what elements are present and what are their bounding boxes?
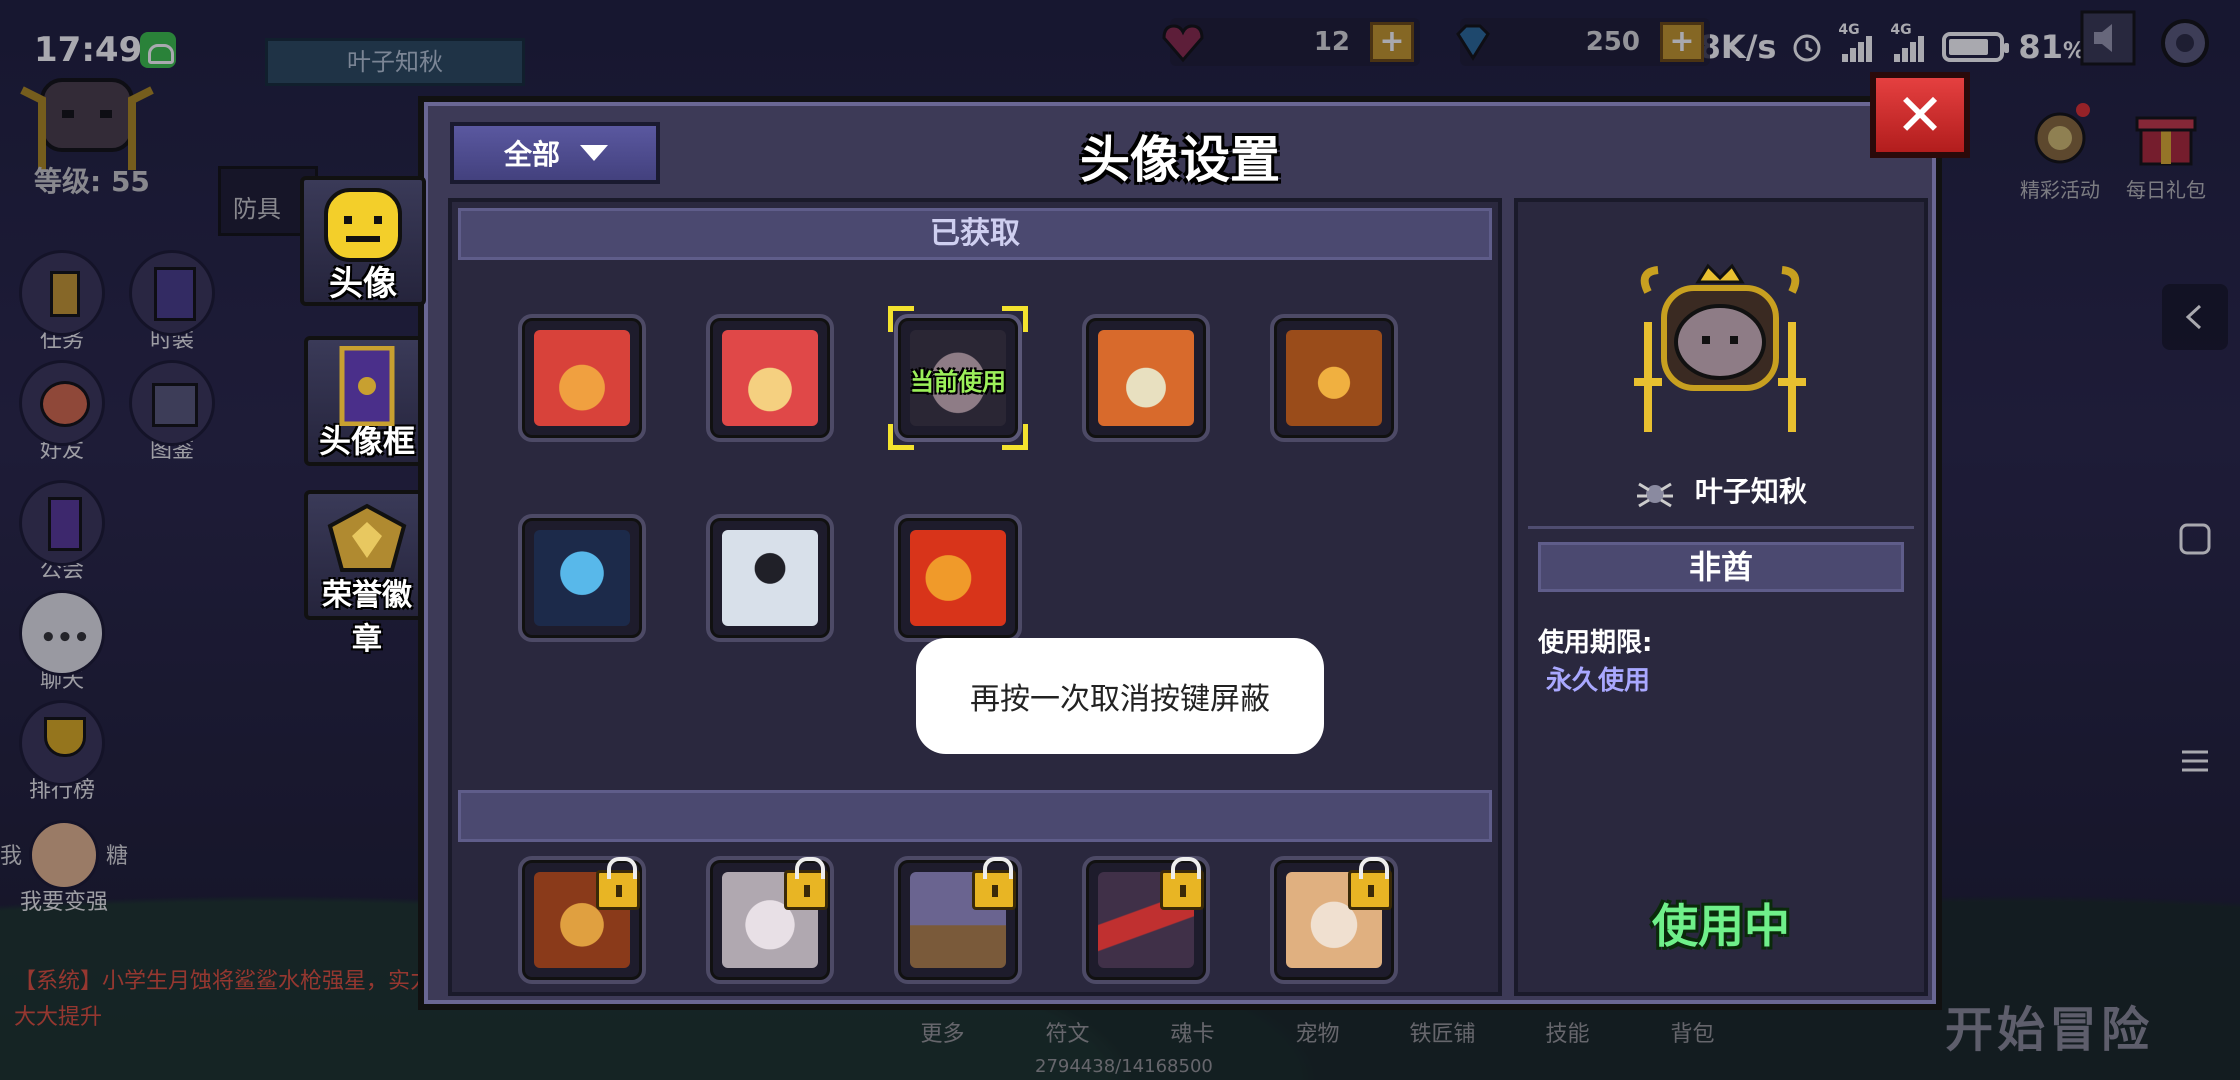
- smiley-icon: [318, 186, 408, 266]
- lock-icon: [596, 857, 640, 910]
- tab-honor-badge[interactable]: 荣誉徽章: [304, 490, 430, 657]
- lock-icon: [972, 857, 1016, 910]
- avatar-title: 非酋: [1538, 542, 1904, 592]
- spider-icon: [1637, 482, 1674, 508]
- avatar-item[interactable]: [1270, 314, 1398, 442]
- tab-avatar-frame[interactable]: 头像框: [304, 336, 430, 466]
- locked-section-header: [458, 790, 1492, 842]
- avatar-item-locked[interactable]: [518, 856, 646, 984]
- toast-message: 再按一次取消按键屏蔽: [916, 638, 1324, 754]
- detail-divider: [1528, 526, 1914, 529]
- red-panda-avatar-icon: [1098, 330, 1194, 426]
- tab-avatar[interactable]: 头像: [300, 176, 426, 306]
- usage-limit-value: 永久使用: [1546, 666, 1651, 696]
- avatar-item[interactable]: [706, 514, 834, 642]
- selected-avatar-preview-icon: [1634, 263, 1806, 432]
- avatar-item[interactable]: [518, 314, 646, 442]
- pumpkin-avatar-icon: [1286, 330, 1382, 426]
- in-use-status: 使用中: [1652, 899, 1790, 953]
- avatar-item[interactable]: [1082, 314, 1210, 442]
- avatar-item[interactable]: [894, 514, 1022, 642]
- fire-dragon-avatar-icon: [910, 530, 1006, 626]
- obtained-section-header: 已获取: [458, 208, 1492, 260]
- avatar-item-locked[interactable]: [706, 856, 834, 984]
- lock-icon: [784, 857, 828, 910]
- avatar-detail-panel: 叶子知秋 非酋 使用期限: 永久使用 使用中: [1514, 198, 1928, 996]
- avatar-grid-panel: 已获取 当前使用: [448, 198, 1502, 996]
- lock-icon: [1348, 857, 1392, 910]
- detail-player-name: 叶子知秋: [1518, 470, 1924, 510]
- skeleton-avatar-icon: [722, 530, 818, 626]
- avatar-settings-dialog: 全部 头像设置 已获取 当前使用 叶子知秋 非酋 使用期限: 永久使用 使用中: [418, 96, 1942, 1010]
- frame-icon: [322, 345, 412, 427]
- avatar-item-locked[interactable]: [894, 856, 1022, 984]
- red-knight-avatar-icon: [534, 330, 630, 426]
- close-icon: ✕: [1895, 81, 1945, 149]
- badge-icon: [322, 500, 412, 580]
- lock-icon: [1160, 857, 1204, 910]
- blue-spirit-avatar-icon: [534, 530, 630, 626]
- current-use-label: 当前使用: [910, 368, 1006, 396]
- avatar-item[interactable]: [706, 314, 834, 442]
- red-helmet-girl-avatar-icon: [722, 330, 818, 426]
- avatar-item-current[interactable]: 当前使用: [888, 306, 1028, 450]
- avatar-item-locked[interactable]: [1082, 856, 1210, 984]
- avatar-item[interactable]: [518, 514, 646, 642]
- avatar-item-locked[interactable]: [1270, 856, 1398, 984]
- close-button[interactable]: ✕: [1870, 72, 1970, 158]
- usage-limit-label: 使用期限:: [1538, 628, 1653, 658]
- dialog-title: 头像设置: [1080, 131, 1280, 189]
